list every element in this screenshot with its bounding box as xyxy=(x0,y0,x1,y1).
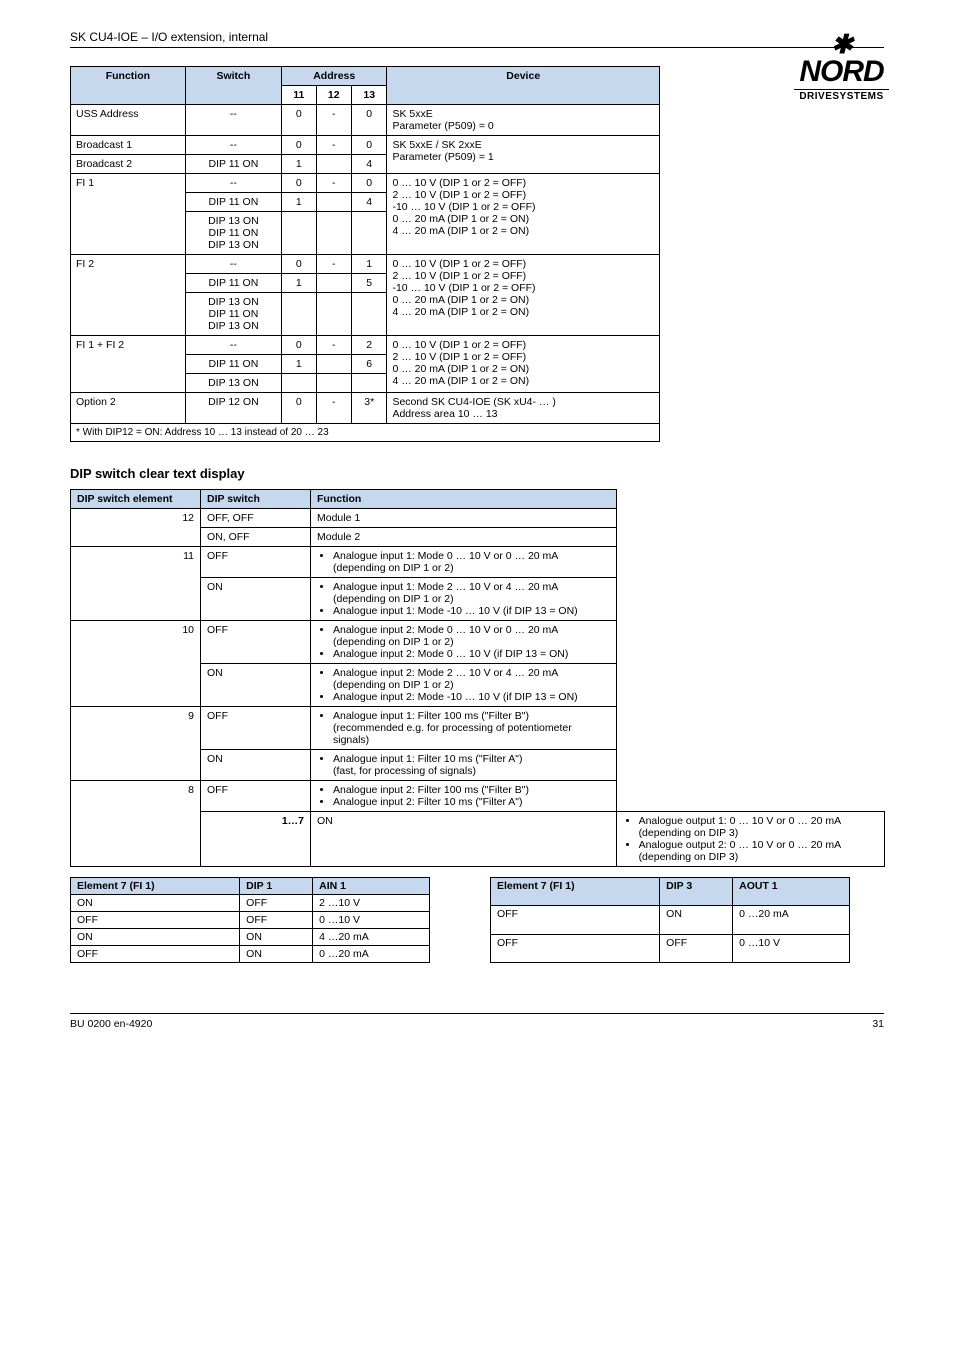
page-footer: BU 0200 en-4920 31 xyxy=(70,1013,884,1030)
t4-h-b: DIP 3 xyxy=(660,878,733,906)
table-row: OFFON0 …20 mA xyxy=(491,906,850,934)
t1-switch: DIP 11 ON xyxy=(185,155,281,174)
brand-logo: ✱ NORD DRIVESYSTEMS xyxy=(794,25,889,102)
t1-h-c2: 12 xyxy=(316,86,351,105)
table-row: FI 2 -- 0 - 1 0 … 10 V (DIP 1 or 2 = OFF… xyxy=(71,255,660,274)
t1-func: FI 1 xyxy=(71,174,186,255)
ain1-table: Element 7 (FI 1) DIP 1 AIN 1 ONOFF2 …10 … xyxy=(70,877,430,963)
io-function-table: Function Switch Address Device 11 12 13 … xyxy=(70,66,660,442)
t2-h-func: Function xyxy=(311,490,617,509)
table-row: FI 1 + FI 2 -- 0 - 2 0 … 10 V (DIP 1 or … xyxy=(71,336,660,355)
t1-b xyxy=(316,193,351,212)
footer-right: 31 xyxy=(872,1018,884,1030)
t1-func: FI 1 + FI 2 xyxy=(71,336,186,393)
table-row: 9 OFF Analogue input 1: Filter 100 ms ("… xyxy=(71,707,885,750)
t1-switch: -- xyxy=(185,105,281,136)
t1-h-address: Address xyxy=(282,67,387,86)
t1-func: Option 2 xyxy=(71,393,186,424)
t4-h-a: Element 7 (FI 1) xyxy=(491,878,660,906)
table-footnote: * With DIP12 = ON: Address 10 … 13 inste… xyxy=(71,424,660,442)
table-row: OFFOFF0 …10 V xyxy=(491,934,850,962)
t1-a: 1 xyxy=(282,155,317,174)
t1-device: SK 5xxE / SK 2xxEParameter (P509) = 1 xyxy=(387,136,660,174)
t1-device: Second SK CU4-IOE (SK xU4- … )Address ar… xyxy=(387,393,660,424)
section-heading: DIP switch clear text display xyxy=(70,466,884,481)
table-row: ONON4 …20 mA xyxy=(71,929,430,946)
t3-h-c: AIN 1 xyxy=(313,878,430,895)
aout1-table: Element 7 (FI 1) DIP 3 AOUT 1 OFFON0 …20… xyxy=(490,877,850,963)
t1-device: 0 … 10 V (DIP 1 or 2 = OFF)2 … 10 V (DIP… xyxy=(387,336,660,393)
t1-switch: DIP 12 ON xyxy=(185,393,281,424)
doc-header: SK CU4-IOE – I/O extension, internal xyxy=(70,30,884,48)
t4-h-c: AOUT 1 xyxy=(733,878,850,906)
logo-letter: N xyxy=(799,55,820,88)
t1-h-device: Device xyxy=(387,67,660,105)
t1-b: - xyxy=(316,105,351,136)
t1-c: 0 xyxy=(352,174,387,193)
t1-a: 0 xyxy=(282,105,317,136)
gear-icon: ✱ xyxy=(831,31,852,57)
t1-h-switch: Switch xyxy=(185,67,281,105)
table-row: ONOFF2 …10 V xyxy=(71,895,430,912)
table-row: 8 OFF Analogue input 2: Filter 100 ms ("… xyxy=(71,781,885,812)
t1-func: USS Address xyxy=(71,105,186,136)
footer-left: BU 0200 en-4920 xyxy=(70,1018,152,1030)
t1-a: 0 xyxy=(282,136,317,155)
table-row: 12 OFF, OFF Module 1 xyxy=(71,509,885,528)
t2-h-el: DIP switch element xyxy=(71,490,201,509)
t1-device: SK 5xxEParameter (P509) = 0 xyxy=(387,105,660,136)
table-row: OFFOFF0 …10 V xyxy=(71,912,430,929)
t1-c: 0 xyxy=(352,105,387,136)
table-row: FI 1 -- 0 - 0 0 … 10 V (DIP 1 or 2 = OFF… xyxy=(71,174,660,193)
t3-h-b: DIP 1 xyxy=(240,878,313,895)
t1-switch: -- xyxy=(185,174,281,193)
t1-h-c3: 13 xyxy=(352,86,387,105)
t1-device: 0 … 10 V (DIP 1 or 2 = OFF)2 … 10 V (DIP… xyxy=(387,255,660,336)
t1-a: 0 xyxy=(282,174,317,193)
t1-b: - xyxy=(316,174,351,193)
t1-switch: -- xyxy=(185,136,281,155)
t2-h-ds: DIP switch xyxy=(201,490,311,509)
t1-h-function: Function xyxy=(71,67,186,105)
t1-switch: -- xyxy=(185,255,281,274)
t1-switch: DIP 13 ONDIP 11 ONDIP 13 ON xyxy=(185,212,281,255)
t1-switch: DIP 13 ON xyxy=(185,374,281,393)
table-row: 10 OFF Analogue input 2: Mode 0 … 10 V o… xyxy=(71,621,885,664)
t1-switch: DIP 11 ON xyxy=(185,274,281,293)
table-row: 11 OFF Analogue input 1: Mode 0 … 10 V o… xyxy=(71,547,885,578)
t1-c: 4 xyxy=(352,155,387,174)
table-row: USS Address -- 0 - 0 SK 5xxEParameter (P… xyxy=(71,105,660,136)
t1-b: - xyxy=(316,136,351,155)
t1-func: Broadcast 1 xyxy=(71,136,186,155)
t1-switch: DIP 11 ON xyxy=(185,193,281,212)
t1-a: 1 xyxy=(282,193,317,212)
t1-c: 4 xyxy=(352,193,387,212)
t1-h-c1: 11 xyxy=(282,86,317,105)
t1-switch: -- xyxy=(185,336,281,355)
t1-footnote: * With DIP12 = ON: Address 10 … 13 inste… xyxy=(71,424,660,442)
dip-cleartext-table: DIP switch element DIP switch Function 1… xyxy=(70,489,885,867)
t3-h-a: Element 7 (FI 1) xyxy=(71,878,240,895)
t1-c: 0 xyxy=(352,136,387,155)
t1-switch: DIP 11 ON xyxy=(185,355,281,374)
t1-b xyxy=(316,155,351,174)
table-row: Broadcast 1 -- 0 - 0 SK 5xxE / SK 2xxEPa… xyxy=(71,136,660,155)
logo-brand: ORD xyxy=(820,55,884,88)
logo-subtitle: DRIVESYSTEMS xyxy=(794,89,889,102)
table-row: OFFON0 …20 mA xyxy=(71,946,430,963)
t1-func: Broadcast 2 xyxy=(71,155,186,174)
t1-switch: DIP 13 ONDIP 11 ONDIP 13 ON xyxy=(185,293,281,336)
table-row: Option 2 DIP 12 ON 0 - 3* Second SK CU4-… xyxy=(71,393,660,424)
t1-device: 0 … 10 V (DIP 1 or 2 = OFF)2 … 10 V (DIP… xyxy=(387,174,660,255)
t1-func: FI 2 xyxy=(71,255,186,336)
